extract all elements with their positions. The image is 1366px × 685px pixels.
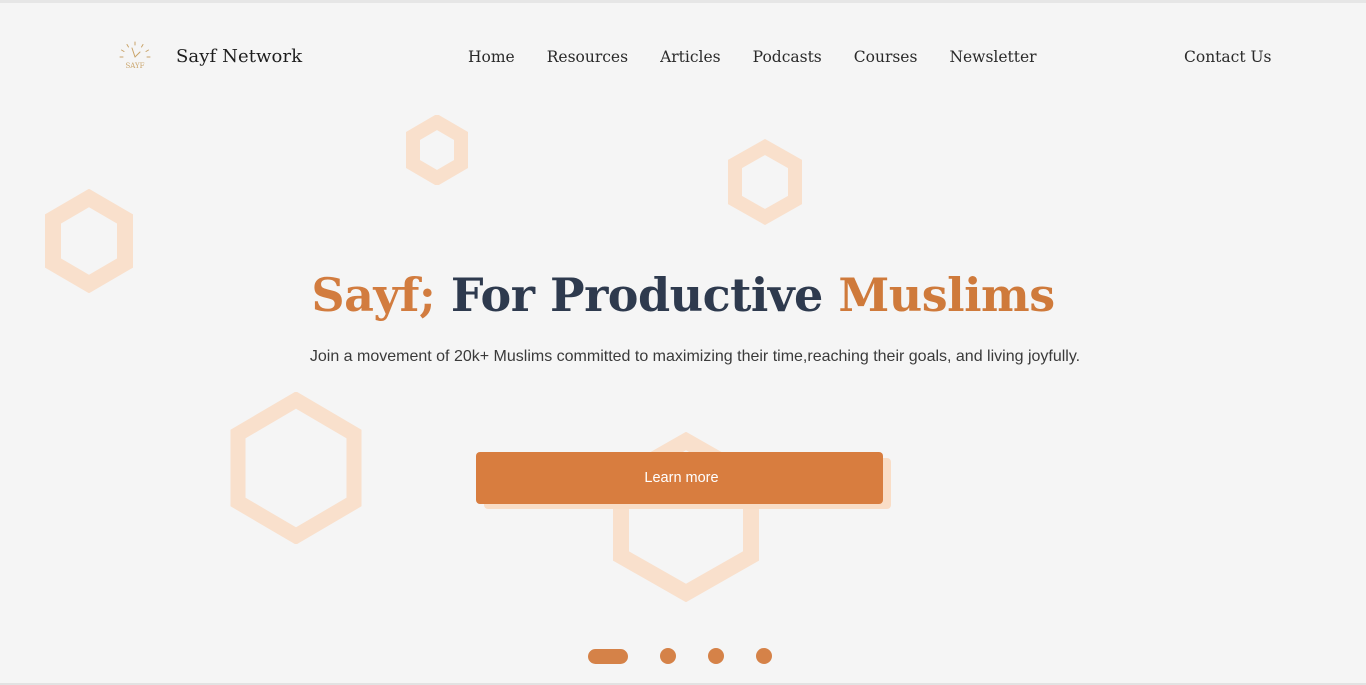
sayf-logo-icon: SAYF: [118, 40, 152, 72]
top-border: [0, 0, 1366, 3]
site-header: SAYF Sayf Network Home Resources Article…: [0, 30, 1366, 86]
slider-dot-2[interactable]: [660, 648, 676, 664]
hero-title-middle: For Productive: [435, 268, 839, 322]
nav-item-resources[interactable]: Resources: [547, 48, 628, 66]
hero-title-accent: Muslims: [838, 268, 1055, 322]
learn-more-button[interactable]: Learn more: [476, 452, 883, 504]
main-nav: Home Resources Articles Podcasts Courses…: [468, 48, 1037, 66]
nav-item-podcasts[interactable]: Podcasts: [753, 48, 822, 66]
slider-pagination: [588, 648, 772, 664]
hexagon-decoration: [406, 115, 468, 185]
brand[interactable]: SAYF Sayf Network: [118, 40, 302, 72]
slider-dot-3[interactable]: [708, 648, 724, 664]
hero-subtitle: Join a movement of 20k+ Muslims committe…: [309, 348, 1081, 365]
nav-item-articles[interactable]: Articles: [660, 48, 721, 66]
hexagon-decoration: [728, 139, 802, 225]
slider-dot-4[interactable]: [756, 648, 772, 664]
hexagon-decoration: [230, 392, 362, 544]
slider-dot-1[interactable]: [588, 648, 628, 664]
hero-title: Sayf; For Productive Muslims: [0, 262, 1366, 328]
contact-us-link[interactable]: Contact Us: [1184, 48, 1272, 66]
svg-text:SAYF: SAYF: [125, 62, 144, 70]
nav-item-home[interactable]: Home: [468, 48, 515, 66]
brand-name[interactable]: Sayf Network: [176, 46, 302, 67]
nav-item-courses[interactable]: Courses: [854, 48, 918, 66]
hero-title-brand: Sayf;: [311, 268, 436, 322]
nav-item-newsletter[interactable]: Newsletter: [949, 48, 1036, 66]
